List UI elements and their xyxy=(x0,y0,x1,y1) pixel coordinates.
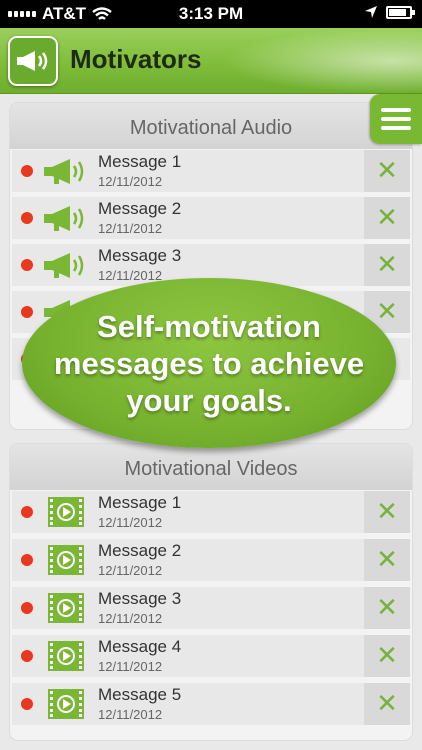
item-date: 12/11/2012 xyxy=(98,221,163,236)
delete-icon[interactable]: ✕ xyxy=(364,683,410,725)
item-title: Message 4 xyxy=(98,637,182,656)
item-title: Message 5 xyxy=(98,685,182,704)
item-date: 12/11/2012 xyxy=(98,563,163,578)
app-header: Motivators xyxy=(0,28,422,94)
status-right xyxy=(364,5,415,19)
item-date: 12/11/2012 xyxy=(98,707,163,722)
video-list-item[interactable]: Message 1 12/11/2012 ✕ xyxy=(12,491,410,533)
delete-icon[interactable]: ✕ xyxy=(364,587,410,629)
audio-section-title: Motivational Audio xyxy=(10,103,412,149)
audio-list-item[interactable]: Message 2 12/11/2012 ✕ xyxy=(12,197,410,239)
item-title: Message 2 xyxy=(98,199,182,218)
delete-icon[interactable]: ✕ xyxy=(364,635,410,677)
item-title: Message 2 xyxy=(98,541,182,560)
item-title: Message 1 xyxy=(98,152,182,171)
item-title: Message 3 xyxy=(98,246,182,265)
delete-icon[interactable]: ✕ xyxy=(364,491,410,533)
megaphone-logo-icon xyxy=(17,51,48,71)
video-list-item[interactable]: Message 4 12/11/2012 ✕ xyxy=(12,635,410,677)
video-list-item[interactable]: Message 2 12/11/2012 ✕ xyxy=(12,539,410,581)
delete-icon[interactable]: ✕ xyxy=(364,539,410,581)
promo-bubble: Self-motivation messages to achieve your… xyxy=(22,278,396,448)
status-dot xyxy=(21,259,33,271)
status-time: 3:13 PM xyxy=(178,4,244,23)
status-dot xyxy=(21,165,33,177)
page-title: Motivators xyxy=(70,44,202,74)
status-dot xyxy=(21,212,33,224)
status-dot xyxy=(21,650,33,662)
status-bar: AT&T 3:13 PM xyxy=(0,0,422,28)
status-dot xyxy=(21,554,33,566)
item-date: 12/11/2012 xyxy=(98,268,163,283)
status-dot xyxy=(21,698,33,710)
app-icon xyxy=(8,36,58,86)
delete-icon[interactable]: ✕ xyxy=(364,197,410,239)
video-list-item[interactable]: Message 5 12/11/2012 ✕ xyxy=(12,683,410,725)
menu-button[interactable] xyxy=(370,94,422,144)
location-arrow-icon xyxy=(365,6,377,18)
megaphone-icon xyxy=(40,202,92,234)
status-dot xyxy=(21,602,33,614)
video-play-icon xyxy=(40,496,92,528)
delete-icon[interactable]: ✕ xyxy=(364,244,410,286)
status-dot xyxy=(21,506,33,518)
hamburger-icon xyxy=(381,108,411,112)
item-date: 12/11/2012 xyxy=(98,611,163,626)
delete-icon[interactable]: ✕ xyxy=(364,150,410,192)
item-date: 12/11/2012 xyxy=(98,515,163,530)
video-section: Motivational Videos Message 1 12/11/2012… xyxy=(10,444,412,740)
video-play-icon xyxy=(40,640,92,672)
video-play-icon xyxy=(40,592,92,624)
video-play-icon xyxy=(40,544,92,576)
megaphone-icon xyxy=(40,249,92,281)
audio-list-item[interactable]: Message 1 12/11/2012 ✕ xyxy=(12,150,410,192)
status-dot xyxy=(21,306,33,318)
item-title: Message 1 xyxy=(98,493,182,512)
item-date: 12/11/2012 xyxy=(98,174,163,189)
item-title: Message 3 xyxy=(98,589,182,608)
megaphone-icon xyxy=(40,155,92,187)
item-date: 12/11/2012 xyxy=(98,659,163,674)
video-play-icon xyxy=(40,688,92,720)
promo-text: Self-motivation messages to achieve your… xyxy=(53,308,365,418)
battery-icon xyxy=(386,5,415,19)
video-list-item[interactable]: Message 3 12/11/2012 ✕ xyxy=(12,587,410,629)
video-section-title: Motivational Videos xyxy=(10,444,412,490)
